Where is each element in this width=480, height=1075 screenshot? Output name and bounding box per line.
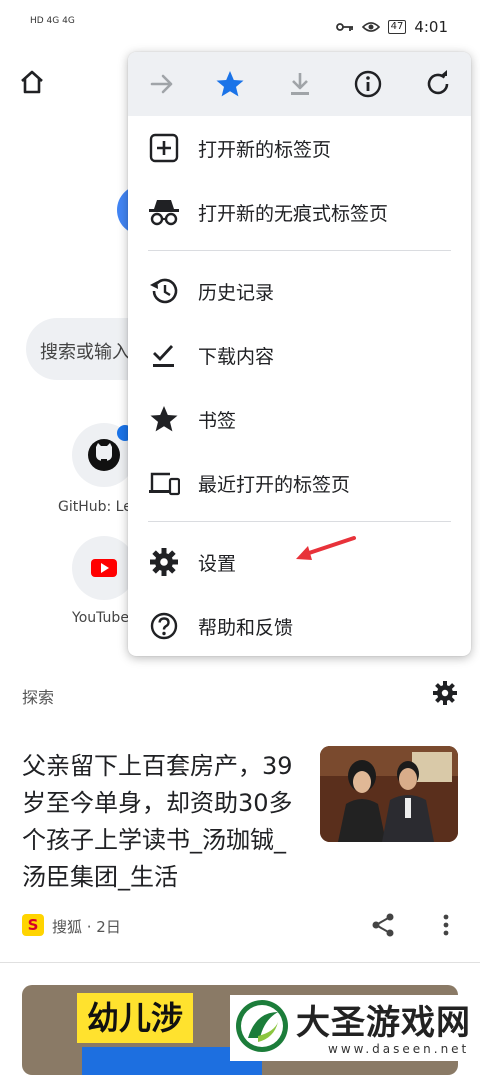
shortcut-label-youtube: YouTube (72, 610, 129, 626)
incognito-icon (149, 200, 179, 226)
more-options-icon[interactable] (440, 912, 452, 938)
explore-heading: 探索 (22, 688, 55, 707)
article-thumbnail[interactable] (320, 746, 458, 842)
forward-arrow-icon[interactable] (146, 68, 178, 100)
menu-item-help-feedback[interactable]: 帮助和反馈 (128, 594, 471, 658)
menu-label-bookmarks: 书签 (198, 410, 237, 432)
menu-divider (148, 250, 451, 251)
refresh-icon[interactable] (422, 68, 454, 100)
clock: 4:01 (414, 18, 448, 36)
youtube-icon (91, 559, 117, 577)
source-logo: S (22, 914, 44, 936)
article-source: 搜狐 · 2日 (52, 918, 121, 936)
menu-label-history: 历史记录 (198, 282, 275, 304)
menu-label-settings: 设置 (198, 553, 237, 575)
menu-label-new-incognito-tab: 打开新的无痕式标签页 (198, 203, 389, 225)
menu-item-bookmarks[interactable]: 书签 (128, 387, 471, 451)
menu-item-history[interactable]: 历史记录 (128, 259, 471, 323)
status-right: 47 4:01 (335, 18, 448, 36)
watermark-url: www.daseen.net (328, 1042, 470, 1056)
menu-label-new-tab: 打开新的标签页 (198, 139, 332, 161)
card2-banner: 幼儿涉 (77, 993, 194, 1043)
menu-item-recent-tabs[interactable]: 最近打开的标签页 (128, 451, 471, 515)
new-tab-icon (149, 133, 179, 163)
article-title[interactable]: 父亲留下上百套房产，39岁至今单身，却资助30多个孩子上学读书_汤珈铖_汤臣集团… (22, 748, 304, 896)
explore-settings-gear-icon[interactable] (432, 680, 458, 706)
menu-item-new-incognito-tab[interactable]: 打开新的无痕式标签页 (128, 180, 471, 244)
watermark-title: 大圣游戏网 (296, 1003, 471, 1043)
battery-level: 47 (387, 20, 407, 34)
shortcut-label-github: GitHub: Le (58, 499, 132, 515)
download-icon[interactable] (284, 68, 316, 100)
signal-indicators: HD 4G 4G (30, 16, 75, 26)
home-icon[interactable] (18, 68, 46, 96)
share-icon[interactable] (370, 912, 396, 938)
recent-tabs-icon (149, 472, 180, 496)
help-icon (150, 612, 178, 640)
settings-icon (150, 548, 178, 576)
bookmark-star-icon[interactable] (214, 68, 246, 100)
article-photo (320, 746, 458, 842)
annotation-arrow (296, 536, 356, 560)
menu-item-downloads[interactable]: 下载内容 (128, 323, 471, 387)
bookmarks-icon (150, 406, 178, 432)
watermark: 大圣游戏网 www.daseen.net (230, 995, 480, 1061)
feed-divider (0, 962, 480, 963)
menu-toolbar (128, 52, 471, 116)
eye-icon (361, 22, 380, 32)
menu-item-new-tab[interactable]: 打开新的标签页 (128, 116, 471, 180)
key-icon (335, 23, 353, 31)
info-icon[interactable] (352, 68, 384, 100)
shortcut-tile-youtube[interactable] (72, 536, 136, 600)
menu-label-downloads: 下载内容 (198, 346, 275, 368)
history-icon (150, 278, 178, 304)
status-bar: HD 4G 4G 47 4:01 (0, 0, 480, 56)
watermark-logo (236, 1000, 288, 1052)
downloads-icon (153, 345, 174, 367)
menu-label-help-feedback: 帮助和反馈 (198, 617, 294, 639)
menu-label-recent-tabs: 最近打开的标签页 (198, 474, 351, 496)
menu-divider (148, 521, 451, 522)
